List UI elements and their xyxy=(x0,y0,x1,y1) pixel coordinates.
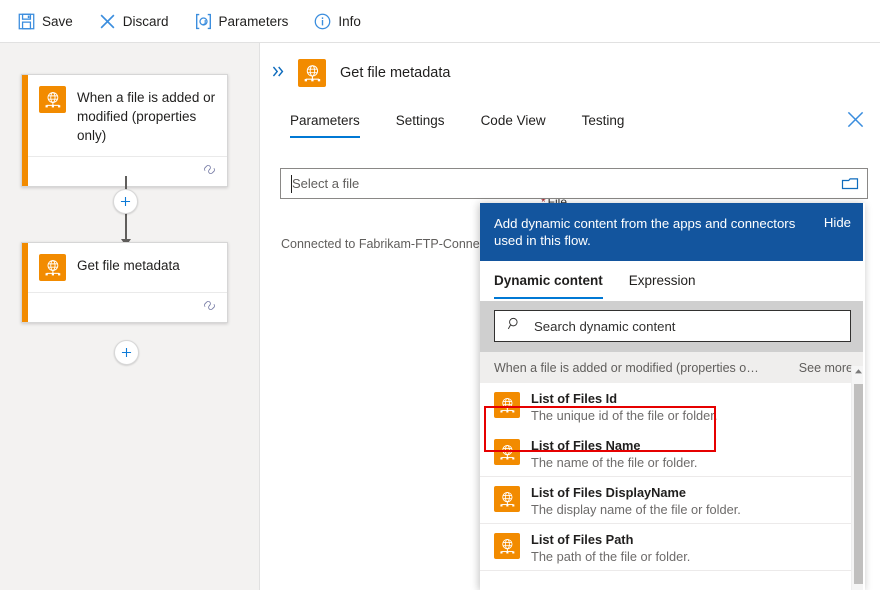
link-icon[interactable] xyxy=(202,298,217,318)
ftp-connector-icon xyxy=(298,59,326,87)
search-icon xyxy=(507,316,522,336)
node-header: When a file is added or modified (proper… xyxy=(22,75,227,156)
dynamic-content-popup: Add dynamic content from the apps and co… xyxy=(480,203,865,590)
tab-code-view[interactable]: Code View xyxy=(481,105,560,138)
discard-icon xyxy=(99,13,116,30)
text-caret xyxy=(291,175,292,193)
tab-parameters-label: Parameters xyxy=(290,113,360,128)
list-item[interactable]: List of Files Id The unique id of the fi… xyxy=(480,383,865,430)
ftp-connector-icon xyxy=(494,392,520,418)
dynamic-content-group-label: When a file is added or modified (proper… xyxy=(494,361,793,375)
page-title: Get file metadata xyxy=(340,65,450,81)
list-item-description: The display name of the file or folder. xyxy=(531,502,741,518)
dynamic-content-banner: Add dynamic content from the apps and co… xyxy=(480,203,865,261)
save-button[interactable]: Save xyxy=(16,6,75,36)
link-icon[interactable] xyxy=(202,162,217,182)
list-item-name: List of Files Path xyxy=(531,532,690,548)
list-item-description: The name of the file or folder. xyxy=(531,455,697,471)
list-item-description: The unique id of the file or folder. xyxy=(531,408,717,424)
file-input[interactable]: Select a file xyxy=(280,168,868,199)
ftp-connector-icon xyxy=(494,439,520,465)
list-item[interactable]: List of Files DisplayName The display na… xyxy=(480,477,865,524)
tab-settings[interactable]: Settings xyxy=(396,105,459,138)
workflow-node-trigger[interactable]: When a file is added or modified (proper… xyxy=(21,74,228,187)
ftp-connector-icon xyxy=(494,486,520,512)
tab-code-view-label: Code View xyxy=(481,113,546,128)
search-input[interactable]: Search dynamic content xyxy=(494,310,851,342)
search-input-placeholder: Search dynamic content xyxy=(534,319,675,334)
parameters-button-label: Parameters xyxy=(219,14,289,29)
dynamic-content-banner-text: Add dynamic content from the apps and co… xyxy=(494,215,824,249)
workflow-node-action[interactable]: Get file metadata xyxy=(21,242,228,323)
dynamic-content-group-header: When a file is added or modified (proper… xyxy=(480,352,865,383)
logic-app-designer: Save Discard Parameters xyxy=(0,0,880,590)
ftp-connector-icon xyxy=(494,533,520,559)
list-item-texts: List of Files Path The path of the file … xyxy=(531,532,690,565)
list-item[interactable]: List of Files Path The path of the file … xyxy=(480,524,865,571)
hide-banner-button[interactable]: Hide xyxy=(824,215,851,230)
tab-parameters[interactable]: Parameters xyxy=(290,105,374,138)
tab-expression[interactable]: Expression xyxy=(629,263,696,299)
node-footer xyxy=(22,292,227,322)
add-step-button[interactable] xyxy=(114,340,139,365)
tab-dynamic-content[interactable]: Dynamic content xyxy=(494,263,603,299)
folder-icon xyxy=(840,174,860,194)
node-title: Get file metadata xyxy=(77,254,180,275)
close-button[interactable] xyxy=(843,107,867,131)
info-button[interactable]: Info xyxy=(312,6,363,36)
plus-icon xyxy=(120,346,133,359)
list-item-texts: List of Files Id The unique id of the fi… xyxy=(531,391,717,424)
command-toolbar: Save Discard Parameters xyxy=(0,0,880,43)
list-item-texts: List of Files DisplayName The display na… xyxy=(531,485,741,518)
node-title: When a file is added or modified (proper… xyxy=(77,86,217,145)
dynamic-content-list: List of Files Id The unique id of the fi… xyxy=(480,383,865,571)
list-item-name: List of Files DisplayName xyxy=(531,485,741,501)
workflow-canvas[interactable]: When a file is added or modified (proper… xyxy=(0,43,260,590)
list-item-description: The path of the file or folder. xyxy=(531,549,690,565)
tab-settings-label: Settings xyxy=(396,113,445,128)
ftp-connector-icon xyxy=(39,86,66,113)
ftp-connector-icon xyxy=(39,254,66,281)
dynamic-content-tabs: Dynamic content Expression xyxy=(480,261,865,301)
info-button-label: Info xyxy=(338,14,361,29)
tab-testing-label: Testing xyxy=(582,113,625,128)
discard-button[interactable]: Discard xyxy=(97,6,171,36)
list-item-name: List of Files Id xyxy=(531,391,717,407)
see-more-button[interactable]: See more xyxy=(793,361,853,375)
parameters-button[interactable]: Parameters xyxy=(193,6,291,36)
tab-expression-label: Expression xyxy=(629,273,696,288)
tab-dynamic-content-label: Dynamic content xyxy=(494,273,603,288)
popup-right-edge xyxy=(863,203,865,590)
list-item-texts: List of Files Name The name of the file … xyxy=(531,438,697,471)
file-input-placeholder: Select a file xyxy=(292,176,359,191)
parameters-icon xyxy=(195,13,212,30)
close-icon xyxy=(846,110,865,129)
save-icon xyxy=(18,13,35,30)
plus-icon xyxy=(119,195,132,208)
connection-status: Connected to Fabrikam-FTP-Connect xyxy=(281,237,489,251)
discard-button-label: Discard xyxy=(123,14,169,29)
file-picker-button[interactable] xyxy=(840,174,860,194)
save-button-label: Save xyxy=(42,14,73,29)
list-item[interactable]: List of Files Name The name of the file … xyxy=(480,430,865,477)
search-container: Search dynamic content xyxy=(480,301,865,352)
tab-testing[interactable]: Testing xyxy=(582,105,639,138)
caret-up-icon xyxy=(854,368,863,375)
list-item-name: List of Files Name xyxy=(531,438,697,454)
panel-header: Get file metadata xyxy=(261,43,880,87)
insert-step-between-button[interactable] xyxy=(113,189,138,214)
panel-tabs: Parameters Settings Code View Testing xyxy=(290,105,660,138)
chevron-double-right-icon[interactable] xyxy=(271,64,288,82)
node-header: Get file metadata xyxy=(22,243,227,292)
info-icon xyxy=(314,13,331,30)
